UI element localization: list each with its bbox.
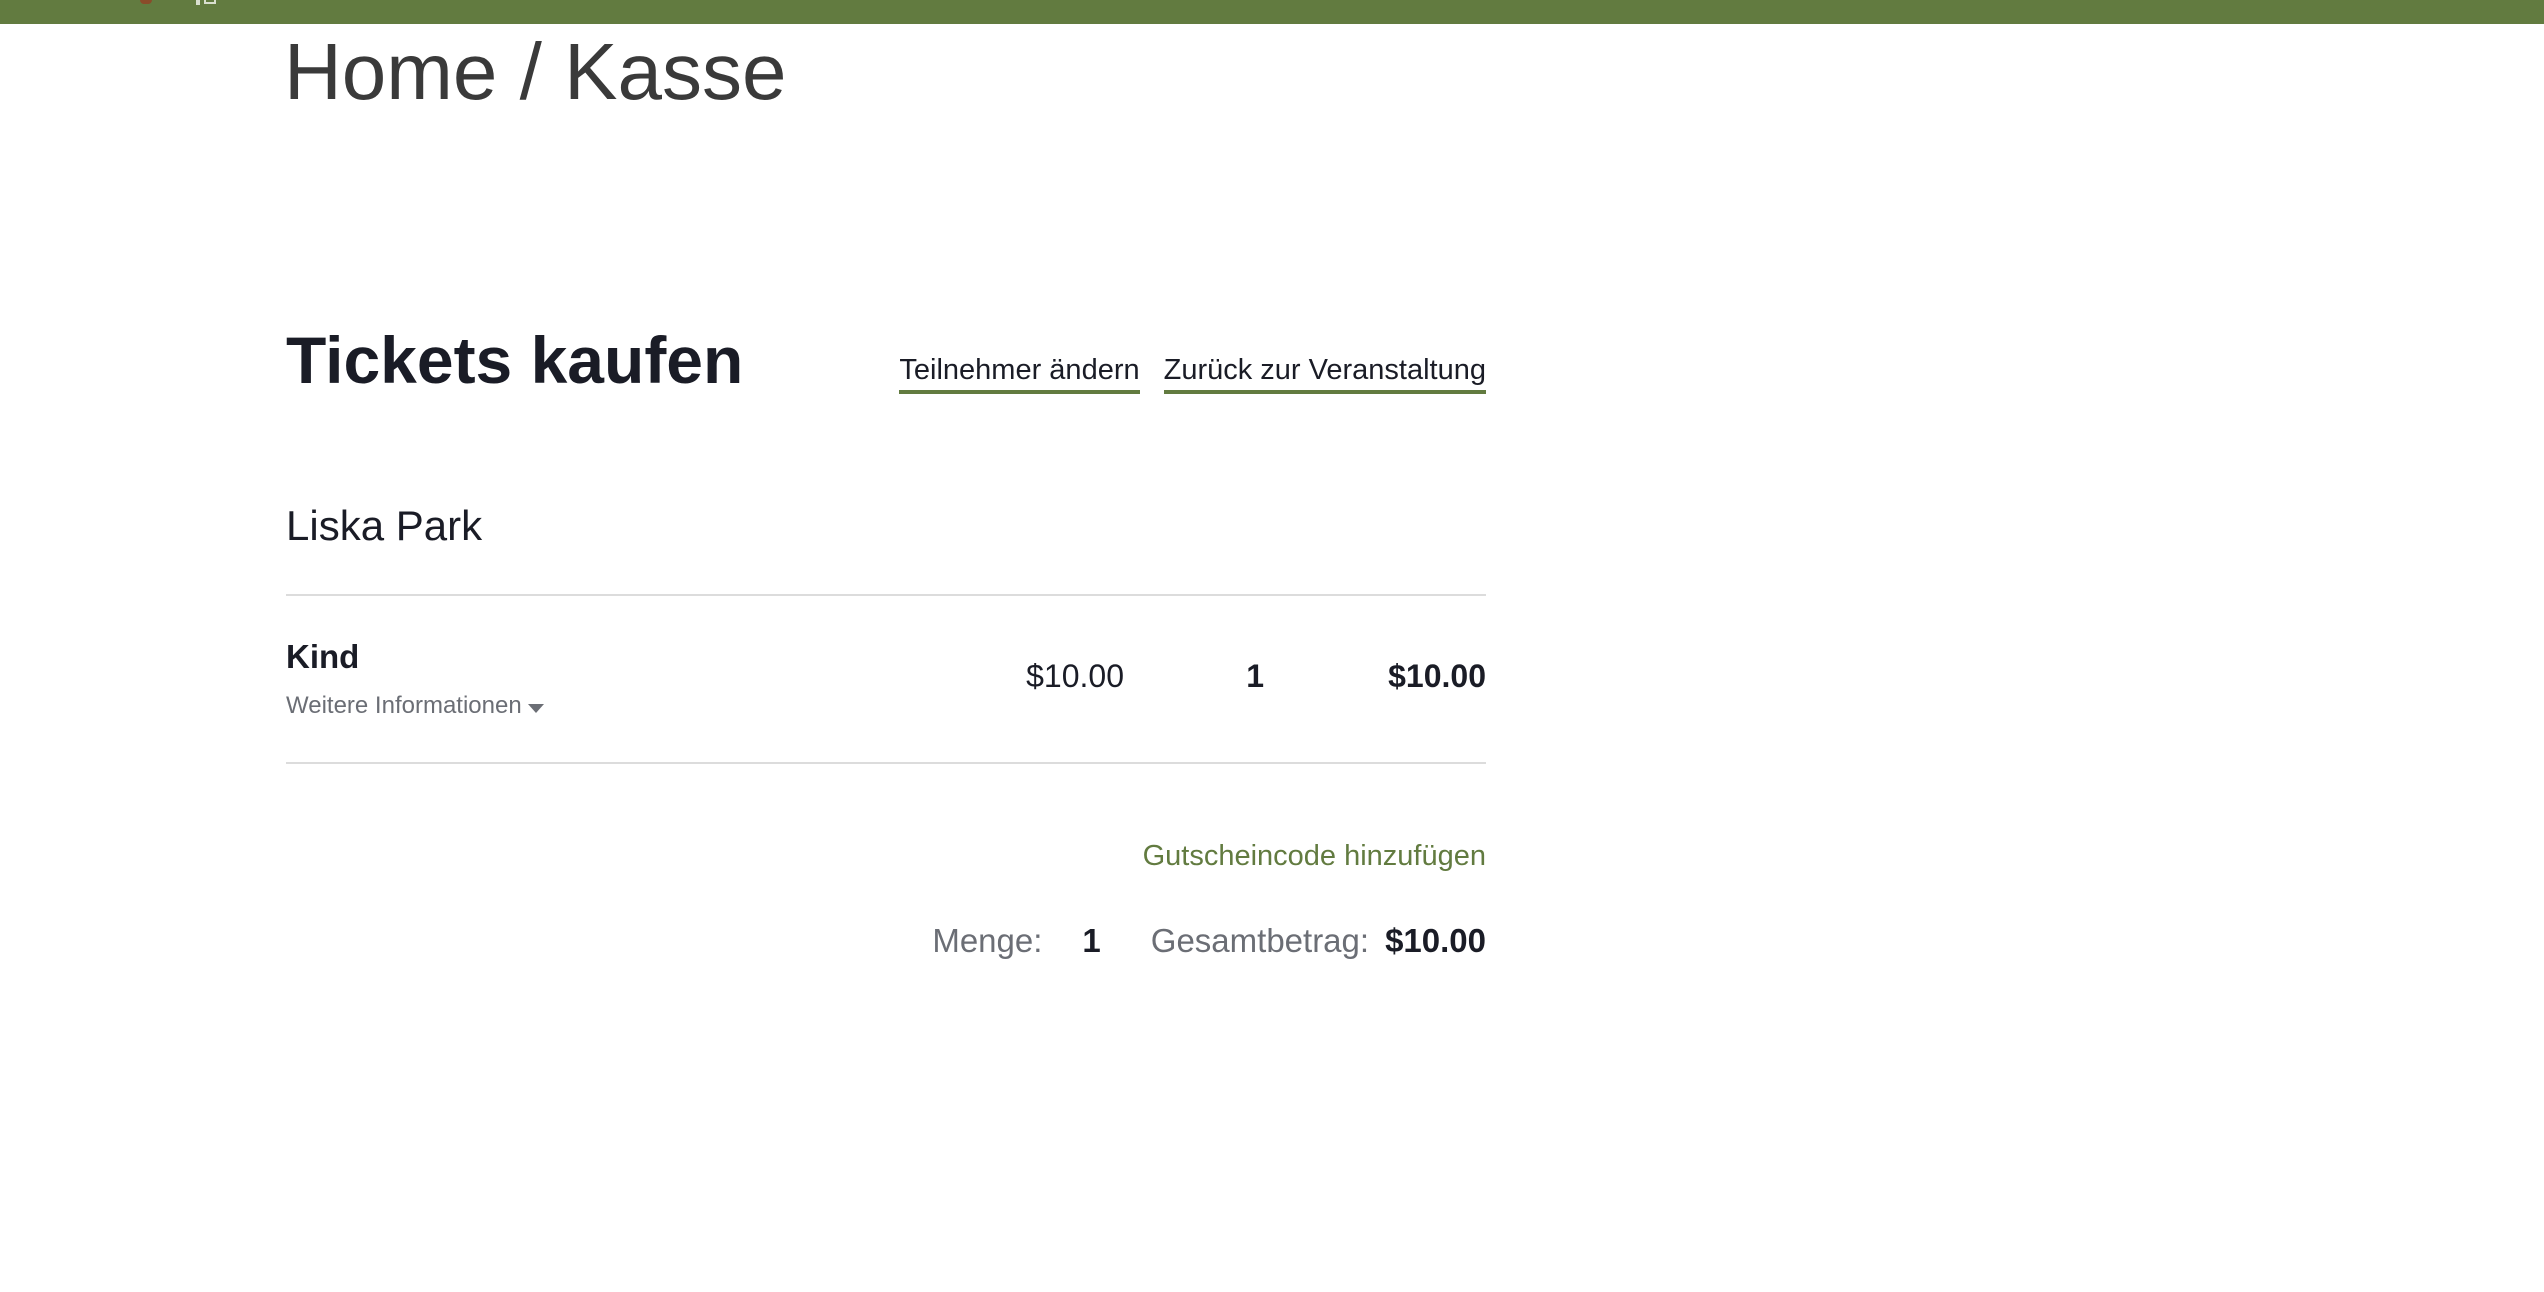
summary-total-label: Gesamtbetrag: — [1150, 922, 1370, 959]
summary-quantity-value: 1 — [1082, 922, 1101, 959]
logo-glyph — [204, 0, 216, 4]
checkout-section: Tickets kaufen Teilnehmer ändern Zurück … — [286, 300, 1486, 959]
event-name: Liska Park — [286, 502, 483, 549]
add-coupon-link[interactable]: Gutscheincode hinzufügen — [1143, 840, 1486, 873]
checkout-header: Tickets kaufen Teilnehmer ändern Zurück … — [286, 300, 1486, 420]
divider — [286, 762, 1486, 764]
page-title: Tickets kaufen — [286, 323, 744, 397]
site-logo[interactable] — [140, 0, 216, 6]
checkout-header-links: Teilnehmer ändern Zurück zur Veranstaltu… — [899, 352, 1486, 394]
caret-down-icon — [527, 703, 544, 713]
order-summary: Menge: 1 Gesamtbetrag: $10.00 — [932, 922, 1486, 960]
more-info-toggle[interactable]: Weitere Informationen — [286, 692, 544, 720]
back-to-event-link[interactable]: Zurück zur Veranstaltung — [1163, 352, 1486, 394]
ticket-name: Kind — [286, 638, 360, 675]
breadcrumb-current: Kasse — [564, 27, 787, 116]
logo-mark — [140, 0, 152, 4]
ticket-subtotal: $10.00 — [1388, 658, 1486, 694]
change-attendees-link[interactable]: Teilnehmer ändern — [899, 352, 1140, 394]
ticket-row: Kind Weitere Informationen $10.00 1 $10.… — [286, 596, 1486, 762]
breadcrumb-separator: / — [497, 27, 565, 116]
breadcrumb: Home / Kasse — [284, 24, 786, 120]
logo-glyph — [196, 0, 200, 5]
summary-quantity-label: Menge: — [932, 922, 1043, 959]
ticket-quantity: 1 — [1246, 658, 1264, 694]
breadcrumb-home-link[interactable]: Home — [284, 27, 497, 116]
more-info-label: Weitere Informationen — [286, 692, 522, 719]
summary-total-value: $10.00 — [1385, 922, 1486, 959]
site-header-bar — [0, 0, 2544, 24]
ticket-price: $10.00 — [1026, 658, 1124, 694]
